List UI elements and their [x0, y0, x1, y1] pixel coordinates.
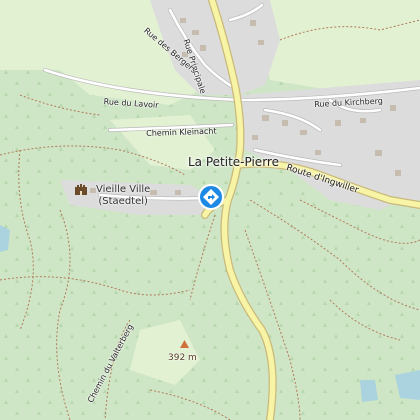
la-petite-pierre-label: La Petite-Pierre — [188, 155, 279, 169]
directions-marker-icon[interactable] — [198, 184, 224, 210]
water-body — [360, 380, 378, 402]
elevation-label: 392 m — [168, 353, 197, 363]
directions-marker-icon — [198, 184, 224, 210]
vieille-ville-label: Vieille Ville (Staedtel) — [96, 184, 150, 208]
vieille-ville-name: Vieille Ville — [96, 184, 151, 195]
castle-icon — [75, 184, 87, 195]
map-base — [0, 0, 420, 420]
vieille-ville-subname: (Staedtel) — [98, 196, 148, 207]
map-canvas[interactable]: Rue Principale Rue des Bergers Rue du La… — [0, 0, 420, 420]
